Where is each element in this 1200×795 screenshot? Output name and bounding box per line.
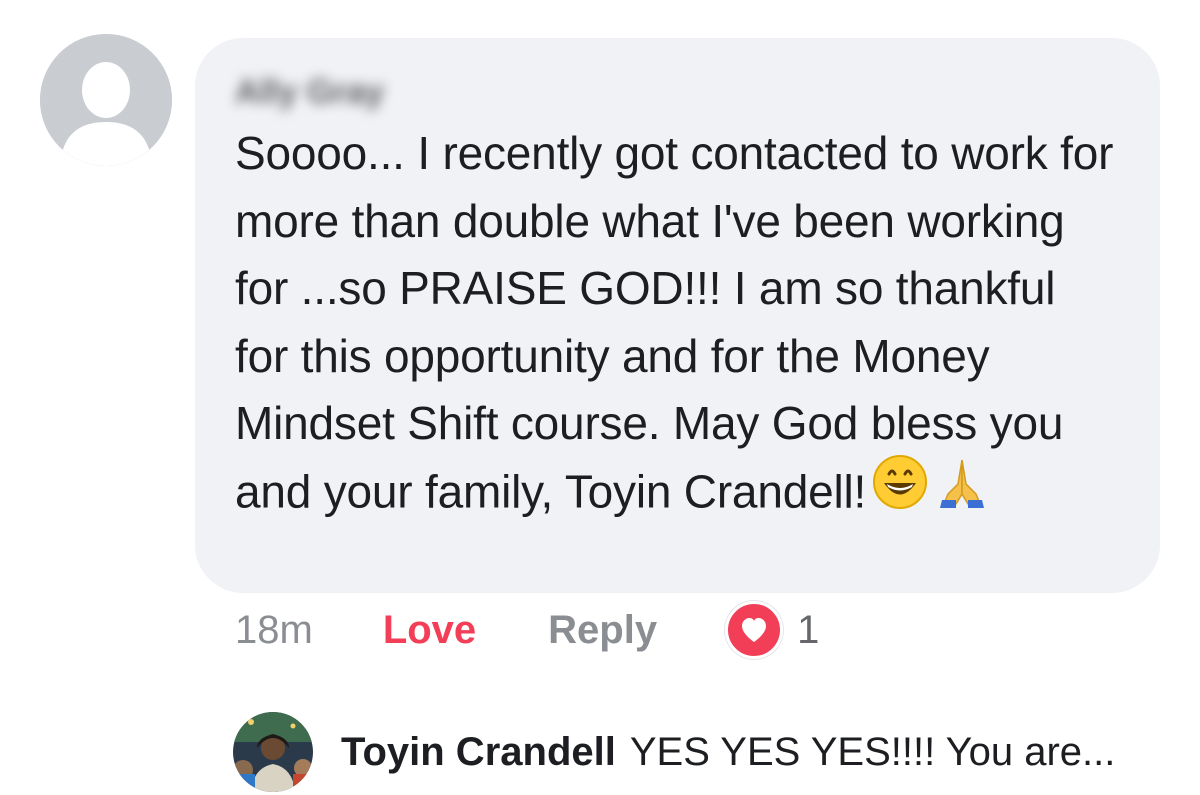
reply-preview[interactable]: Toyin Crandell YES YES YES!!!! You are..… — [233, 712, 1115, 792]
reply-snippet: YES YES YES!!!! You are... — [629, 729, 1116, 774]
folded-hands-icon — [934, 454, 990, 529]
reaction-summary[interactable]: 1 — [725, 601, 819, 659]
comment-timestamp[interactable]: 18m — [235, 608, 313, 653]
commenter-avatar[interactable] — [40, 34, 172, 166]
profile-photo-icon — [233, 712, 313, 792]
heart-icon — [725, 601, 784, 659]
default-user-silhouette-icon — [40, 34, 172, 166]
reply-author-avatar[interactable] — [233, 712, 313, 792]
reply-author-name[interactable]: Toyin Crandell — [341, 730, 616, 775]
comment-bubble: Ally Gray Soooo... I recently got contac… — [195, 38, 1160, 593]
commenter-name-blurred[interactable]: Ally Gray — [235, 72, 384, 112]
love-reaction-button[interactable]: Love — [383, 608, 476, 653]
reaction-count: 1 — [797, 607, 820, 652]
comment-actions: 18m Love Reply 1 — [235, 601, 819, 659]
grinning-face-icon — [872, 454, 928, 529]
reply-button[interactable]: Reply — [548, 608, 657, 653]
comment-text: Soooo... I recently got contacted to wor… — [235, 120, 1115, 532]
